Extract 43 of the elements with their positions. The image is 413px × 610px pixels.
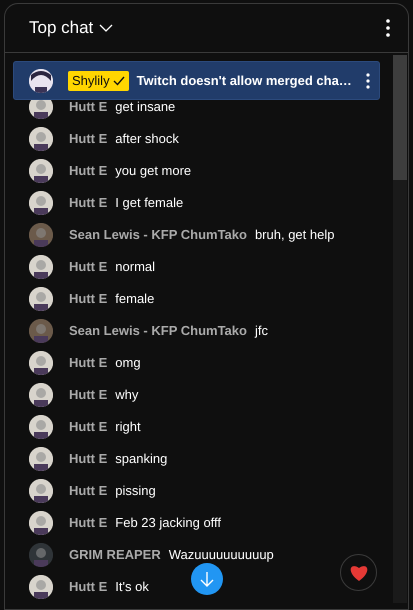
pinned-message-text: Twitch doesn't allow merged cha… <box>136 72 352 90</box>
message-text: Feb 23 jacking offf <box>115 514 222 532</box>
message-text: after shock <box>115 130 179 148</box>
author-name: Hutt E <box>69 354 108 372</box>
author-name: Hutt E <box>69 162 108 180</box>
heart-icon <box>348 564 368 582</box>
message-text: Wazuuuuuuuuuup <box>168 546 274 564</box>
message-text: normal <box>115 258 156 276</box>
chevron-down-icon <box>99 24 114 32</box>
reaction-button[interactable] <box>340 554 377 591</box>
message-text: why <box>115 386 138 404</box>
author-name: Sean Lewis - KFP ChumTako <box>69 322 247 340</box>
author-name: Hutt E <box>69 290 108 308</box>
author-name: Hutt E <box>69 98 108 116</box>
message-text: jfc <box>254 322 268 340</box>
more-options-icon[interactable] <box>386 19 390 37</box>
author-name: Sean Lewis - KFP ChumTako <box>69 226 247 244</box>
author-name: Hutt E <box>69 258 108 276</box>
message-text: I get female <box>115 194 184 212</box>
scrollbar-thumb[interactable] <box>393 55 407 180</box>
author-name: Hutt E <box>69 194 108 212</box>
scroll-down-button[interactable] <box>191 563 223 595</box>
author-name: Hutt E <box>69 450 108 468</box>
message-text: It's ok <box>115 578 149 596</box>
message-text: pissing <box>115 482 156 500</box>
message-text: right <box>115 418 141 436</box>
author-name: Shylily <box>72 72 110 90</box>
message-text: get insane <box>115 98 176 116</box>
arrow-down-icon <box>200 571 214 587</box>
author-name: Hutt E <box>69 130 108 148</box>
author-name: Hutt E <box>69 514 108 532</box>
more-options-icon[interactable] <box>366 72 370 88</box>
author-name: GRIM REAPER <box>69 546 161 564</box>
message-text: omg <box>115 354 141 372</box>
message-text: spanking <box>115 450 168 468</box>
chat-mode-dropdown[interactable]: Top chat <box>29 15 114 41</box>
message-text: female <box>115 290 154 308</box>
author-name: Hutt E <box>69 386 108 404</box>
author-name: Hutt E <box>69 578 108 596</box>
author-name: Hutt E <box>69 482 108 500</box>
message-text: bruh, get help <box>254 226 334 244</box>
message-text: you get more <box>115 162 192 180</box>
author-name: Hutt E <box>69 418 108 436</box>
